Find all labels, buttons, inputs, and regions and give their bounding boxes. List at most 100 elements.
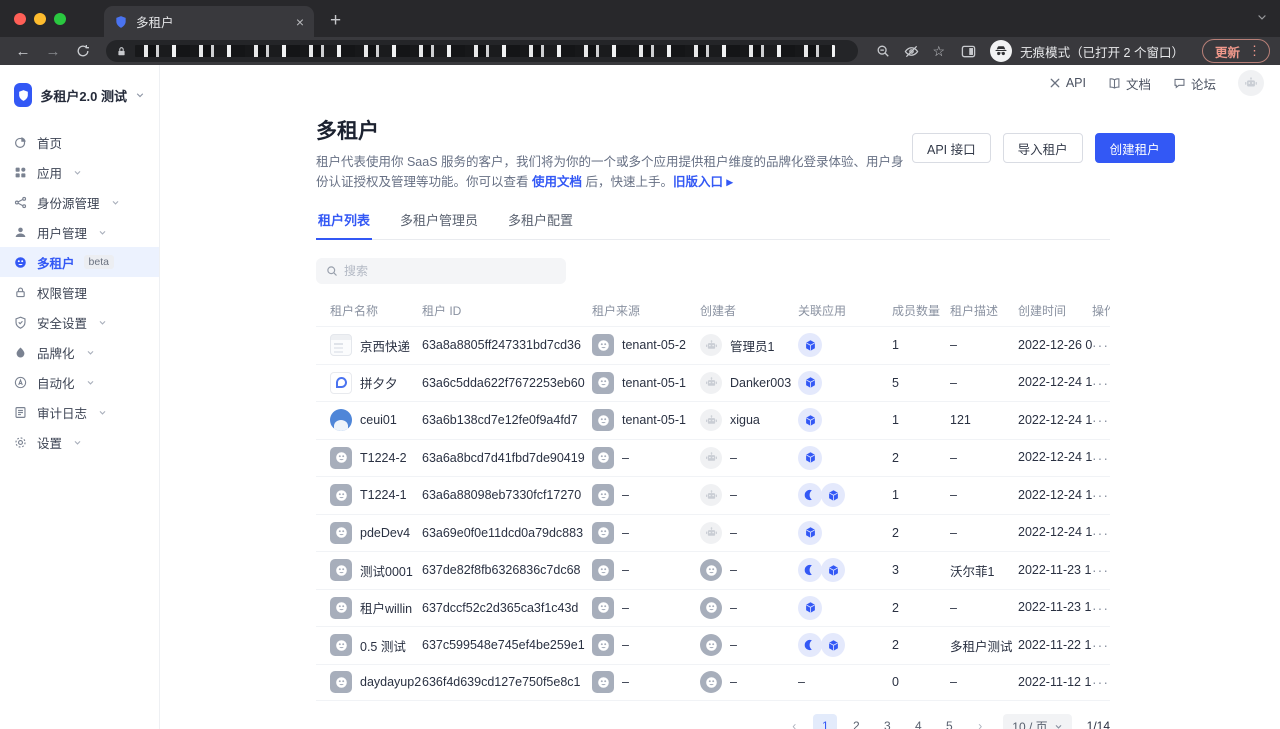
- workspace-switcher[interactable]: 多租户2.0 测试: [0, 79, 159, 111]
- row-kebab-icon[interactable]: ···: [1092, 337, 1109, 353]
- linked-apps-cell: [798, 408, 892, 432]
- table-row[interactable]: 租户willin637dccf52c2d365ca3f1c43d––2–2022…: [316, 589, 1110, 627]
- user-avatar[interactable]: [1238, 70, 1264, 96]
- automation-icon: [14, 376, 28, 389]
- page-button-1[interactable]: 1: [813, 714, 837, 729]
- table-row[interactable]: 0.5 测试637c599548e745ef4be259e1––2多租户测试20…: [316, 626, 1110, 664]
- table-row[interactable]: 测试0001637de82f8fb6326836c7dc68––3沃尔菲1202…: [316, 551, 1110, 589]
- tenant-default-icon: [330, 671, 352, 693]
- row-kebab-icon[interactable]: ···: [1092, 562, 1109, 578]
- users-icon: [14, 226, 28, 239]
- table-row[interactable]: T1224-163a6a88098eb7330fcf17270––1–2022-…: [316, 476, 1110, 514]
- sidebar-item-security[interactable]: 安全设置: [0, 307, 159, 337]
- topbar-links: API 文档 论坛: [1049, 74, 1216, 93]
- creator-cell: –: [700, 671, 798, 693]
- page-button-4[interactable]: 4: [906, 714, 930, 729]
- page-size-select[interactable]: 10 / 页: [1003, 714, 1071, 729]
- sidebar-item-home[interactable]: 首页: [0, 127, 159, 157]
- table-row[interactable]: 拼夕夕63a6c5dda622f7672253eb60tenant-05-1Da…: [316, 364, 1110, 402]
- close-window-button[interactable]: [14, 13, 26, 25]
- sidebar-item-lock[interactable]: 权限管理: [0, 277, 159, 307]
- table-row[interactable]: pdeDev463a69e0f0e11dcd0a79dc883––2–2022-…: [316, 514, 1110, 552]
- zoom-icon[interactable]: [876, 44, 890, 58]
- api-endpoint-button[interactable]: API 接口: [912, 133, 991, 163]
- creator-name: –: [730, 526, 737, 540]
- browser-menu-kebab-icon[interactable]: ⋮: [1246, 43, 1263, 59]
- new-tab-button[interactable]: +: [330, 10, 341, 37]
- tab-1[interactable]: 租户列表: [316, 204, 372, 240]
- sidebar-item-idp[interactable]: 身份源管理: [0, 187, 159, 217]
- tenant-default-icon: [330, 597, 352, 619]
- tab-close-icon[interactable]: ×: [296, 14, 304, 30]
- content-area: API文档论坛 多租户 租户代表使用你 SaaS 服务的客户，我们将为你的一个或…: [160, 65, 1280, 729]
- doc-link[interactable]: 使用文档: [532, 175, 582, 189]
- workspace-name: 多租户2.0 测试: [40, 86, 127, 105]
- zoom-window-button[interactable]: [54, 13, 66, 25]
- row-kebab-icon[interactable]: ···: [1092, 412, 1109, 428]
- tab-2[interactable]: 多租户管理员: [398, 204, 480, 239]
- sidebar-item-apps[interactable]: 应用: [0, 157, 159, 187]
- table-row[interactable]: T1224-263a6a8bcd7d41fbd7de90419––2–2022-…: [316, 439, 1110, 477]
- sidebar-item-brand[interactable]: 品牌化: [0, 337, 159, 367]
- tenant-name: 0.5 测试: [360, 636, 406, 655]
- row-kebab-icon[interactable]: ···: [1092, 487, 1109, 503]
- tenant-desc-cell: –: [950, 526, 1018, 540]
- topbar-link-forum[interactable]: 论坛: [1173, 74, 1216, 93]
- row-kebab-icon[interactable]: ···: [1092, 525, 1109, 541]
- search-box[interactable]: [316, 258, 566, 284]
- row-kebab-icon[interactable]: ···: [1092, 450, 1109, 466]
- topbar-link-api[interactable]: API: [1049, 74, 1086, 93]
- import-tenant-button[interactable]: 导入租户: [1003, 133, 1083, 163]
- row-actions-cell: ···: [1092, 600, 1110, 616]
- url-bar[interactable]: [106, 40, 858, 62]
- window-controls[interactable]: [0, 0, 80, 37]
- source-name: tenant-05-2: [622, 338, 686, 352]
- sidebar-item-users[interactable]: 用户管理: [0, 217, 159, 247]
- tenant-name: T1224-1: [360, 488, 407, 502]
- page-button-2[interactable]: 2: [844, 714, 868, 729]
- source-icon: [592, 559, 614, 581]
- table-row[interactable]: daydayup2636f4d639cd127e750f5e8c1–––0–20…: [316, 664, 1110, 702]
- member-count-cell: 3: [892, 563, 950, 577]
- legacy-entry-link[interactable]: 旧版入口 ▸: [673, 175, 733, 189]
- brand-icon: [14, 346, 28, 359]
- prev-page-button[interactable]: ‹: [782, 714, 806, 729]
- reload-icon[interactable]: [70, 44, 96, 58]
- sidebar-item-automation[interactable]: 自动化: [0, 367, 159, 397]
- eye-off-icon[interactable]: [904, 44, 919, 59]
- tenant-source-cell: –: [592, 634, 700, 656]
- tenant-source-cell: –: [592, 484, 700, 506]
- column-header: 关联应用: [798, 302, 892, 319]
- toolbar-right-icons: ☆: [868, 43, 954, 60]
- member-count-cell: 1: [892, 488, 950, 502]
- next-page-button[interactable]: ›: [968, 714, 992, 729]
- sidebar-item-tenant[interactable]: 多租户beta: [0, 247, 159, 277]
- topbar-link-doc[interactable]: 文档: [1108, 74, 1151, 93]
- table-row[interactable]: ceui0163a6b138cd7e12fe0f9a4fd7tenant-05-…: [316, 401, 1110, 439]
- update-button[interactable]: 更新 ⋮: [1202, 39, 1270, 63]
- row-kebab-icon[interactable]: ···: [1092, 637, 1109, 653]
- sidebar-item-audit[interactable]: 审计日志: [0, 397, 159, 427]
- row-kebab-icon[interactable]: ···: [1092, 600, 1109, 616]
- minimize-window-button[interactable]: [34, 13, 46, 25]
- bookmark-star-icon[interactable]: ☆: [933, 43, 946, 60]
- sidebar-item-settings[interactable]: 设置: [0, 427, 159, 457]
- tenant-id-cell: 63a8a8805ff247331bd7cd36: [422, 338, 592, 352]
- search-input[interactable]: [344, 264, 556, 278]
- row-actions-cell: ···: [1092, 637, 1110, 653]
- tab-3[interactable]: 多租户配置: [506, 204, 575, 239]
- table-row[interactable]: 京西快递63a8a8805ff247331bd7cd36tenant-05-2管…: [316, 326, 1110, 364]
- tenant-desc-cell: –: [950, 338, 1018, 352]
- forward-icon[interactable]: →: [40, 43, 66, 60]
- browser-tab[interactable]: 多租户 ×: [104, 6, 314, 37]
- page-button-3[interactable]: 3: [875, 714, 899, 729]
- create-tenant-button[interactable]: 创建租户: [1095, 133, 1175, 163]
- row-kebab-icon[interactable]: ···: [1092, 375, 1109, 391]
- split-screen-icon[interactable]: [961, 44, 976, 59]
- app-crescent-icon: [798, 633, 822, 657]
- pagination: ‹12345›10 / 页1/14: [316, 714, 1110, 729]
- tabstrip-chevron-down-icon[interactable]: [1256, 11, 1268, 23]
- page-button-5[interactable]: 5: [937, 714, 961, 729]
- back-icon[interactable]: ←: [10, 43, 36, 60]
- row-kebab-icon[interactable]: ···: [1092, 674, 1109, 690]
